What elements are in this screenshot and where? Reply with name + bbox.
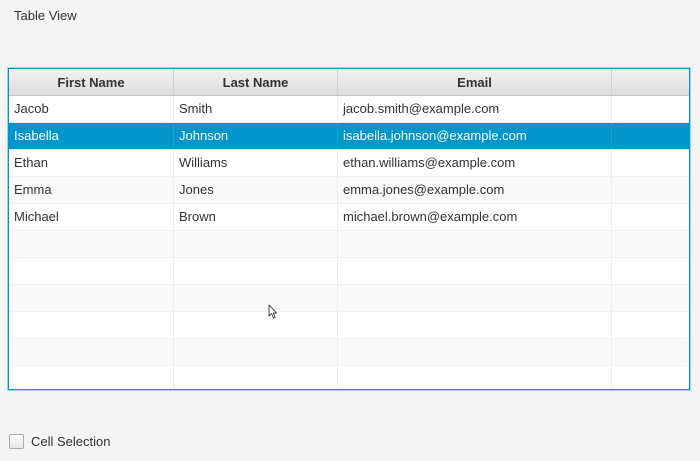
table-row[interactable]: Jacob Smith jacob.smith@example.com — [9, 96, 689, 123]
cell-email[interactable]: emma.jones@example.com — [338, 177, 612, 203]
table-header: First Name Last Name Email — [9, 69, 689, 96]
table-view[interactable]: First Name Last Name Email Jacob Smith j… — [8, 68, 690, 390]
cell-last-name[interactable]: Johnson — [174, 123, 338, 149]
empty-row — [9, 366, 689, 389]
cell-last-name[interactable]: Jones — [174, 177, 338, 203]
table-row[interactable]: Ethan Williams ethan.williams@example.co… — [9, 150, 689, 177]
cell-first-name[interactable]: Jacob — [9, 96, 174, 122]
empty-row — [9, 312, 689, 339]
cell-first-name[interactable]: Emma — [9, 177, 174, 203]
cell-filler — [612, 96, 689, 122]
cell-selection-checkbox[interactable]: Cell Selection — [9, 434, 111, 449]
table-row[interactable]: Michael Brown michael.brown@example.com — [9, 204, 689, 231]
cell-email[interactable]: ethan.williams@example.com — [338, 150, 612, 176]
cell-filler — [612, 150, 689, 176]
column-header-email[interactable]: Email — [338, 69, 612, 95]
cell-filler — [612, 177, 689, 203]
checkbox-box[interactable] — [9, 434, 24, 449]
empty-row — [9, 231, 689, 258]
empty-row — [9, 285, 689, 312]
cell-filler — [612, 204, 689, 230]
page-title: Table View — [14, 8, 77, 23]
cell-first-name[interactable]: Michael — [9, 204, 174, 230]
cell-last-name[interactable]: Brown — [174, 204, 338, 230]
cell-email[interactable]: michael.brown@example.com — [338, 204, 612, 230]
cell-first-name[interactable]: Isabella — [9, 123, 174, 149]
cell-filler — [612, 123, 689, 149]
table-row-selected[interactable]: Isabella Johnson isabella.johnson@exampl… — [9, 123, 689, 150]
table-row[interactable]: Emma Jones emma.jones@example.com — [9, 177, 689, 204]
empty-row — [9, 339, 689, 366]
cell-last-name[interactable]: Williams — [174, 150, 338, 176]
cell-first-name[interactable]: Ethan — [9, 150, 174, 176]
cell-email[interactable]: jacob.smith@example.com — [338, 96, 612, 122]
column-header-filler — [612, 69, 689, 95]
column-header-last-name[interactable]: Last Name — [174, 69, 338, 95]
cell-email[interactable]: isabella.johnson@example.com — [338, 123, 612, 149]
column-header-first-name[interactable]: First Name — [9, 69, 174, 95]
arrow-cursor-icon — [268, 304, 278, 319]
cell-last-name[interactable]: Smith — [174, 96, 338, 122]
empty-row — [9, 258, 689, 285]
cell-selection-label: Cell Selection — [31, 434, 111, 449]
